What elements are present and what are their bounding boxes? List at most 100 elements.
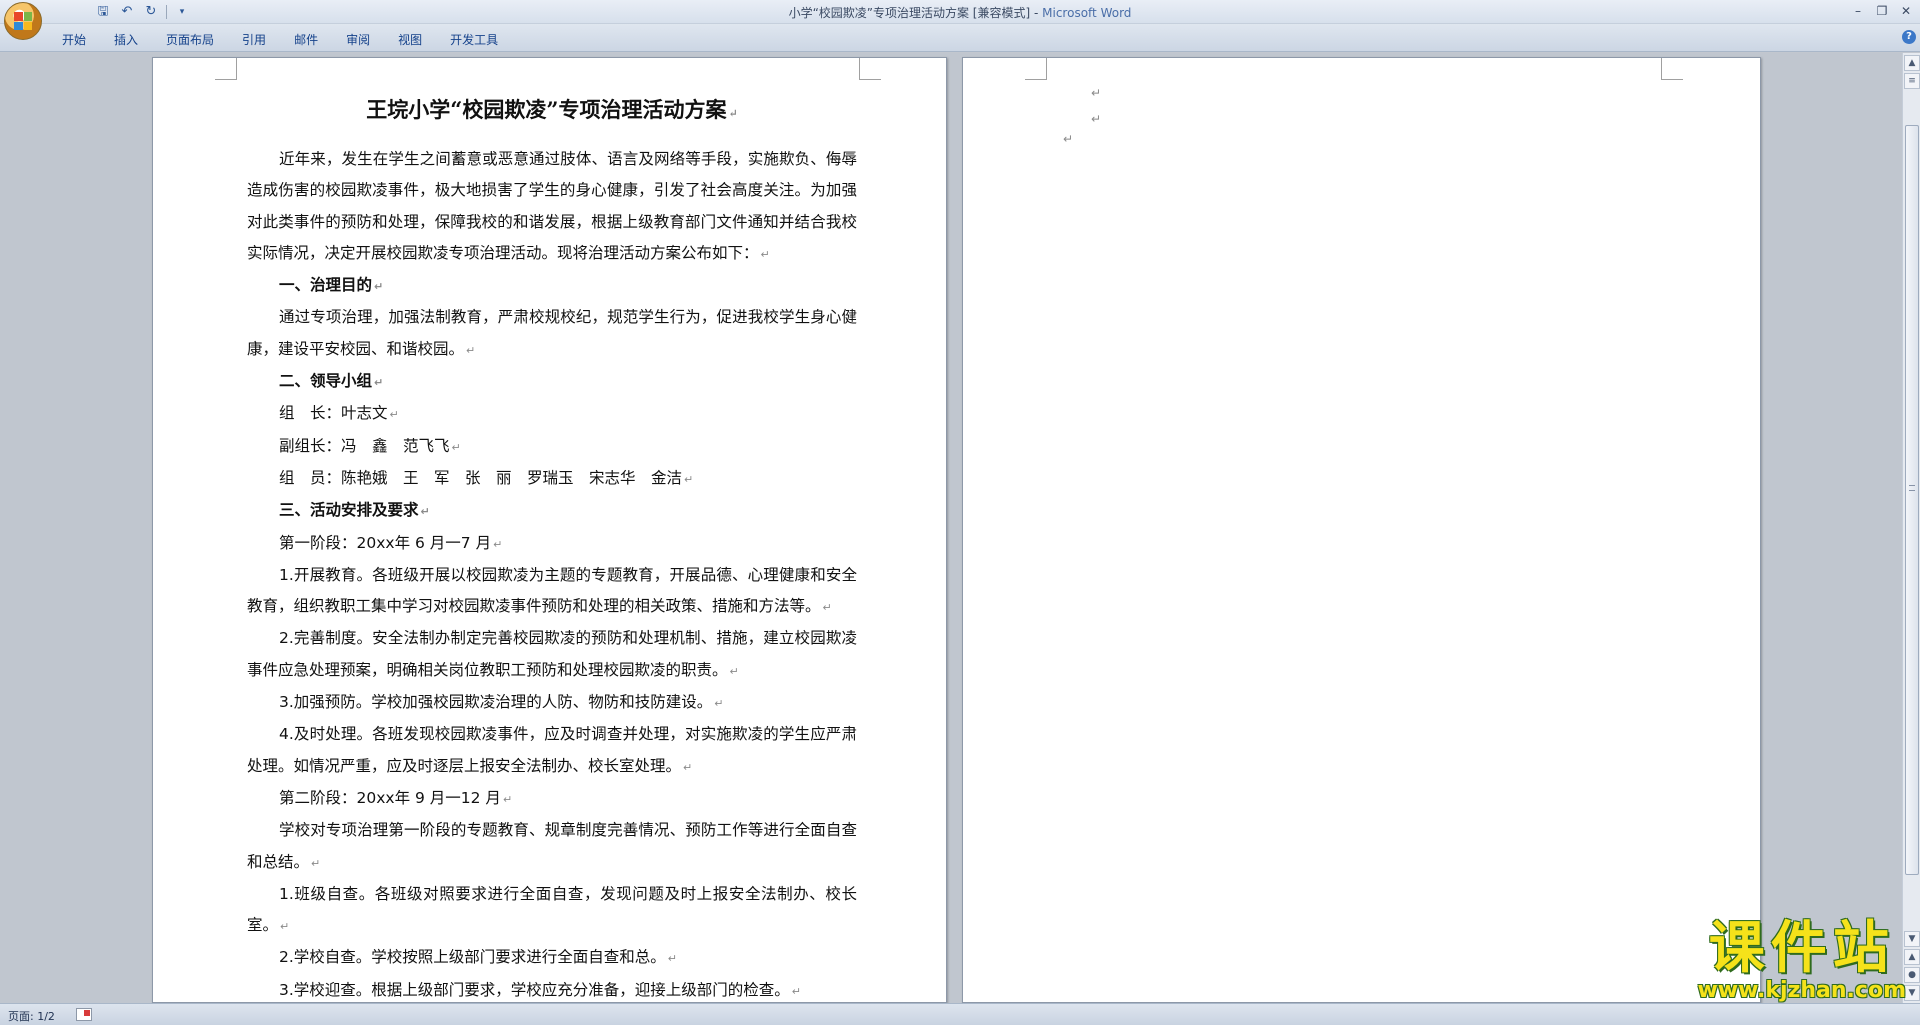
crop-mark [1661,58,1683,80]
paragraph-text: 1.开展教育。各班级开展以校园欺凌为主题的专题教育，开展品德、心理健康和安全教育… [247,565,857,616]
paragraph-mark: ↵ [502,792,513,806]
document-title-text: 小学“校园欺凌”专项治理活动方案 [兼容模式] - [788,6,1043,20]
proofing-icon[interactable] [76,1008,92,1021]
crop-mark [859,58,881,80]
paragraph: 1.班级自查。各班级对照要求进行全面自查，发现问题及时上报安全法制办、校长室。 ↵ [247,879,857,943]
paragraph-mark: ↵ [683,760,693,774]
site-watermark: 课件站 www.kjzhan.com [1697,917,1906,1003]
next-page-icon[interactable]: ▼ [1904,985,1920,1001]
tab-references[interactable]: 引用 [228,29,280,50]
paragraph-mark: ↵ [667,952,678,966]
document-page-1[interactable]: 王垸小学“校园欺凌”专项治理活动方案 ↵ 近年来，发生在学生之间蓄意或恶意通过肢体… [152,57,947,1003]
paragraph: 组 员：陈艳娥 王 军 张 丽 罗瑞玉 宋志华 金洁 ↵ [247,463,857,495]
document-page-2[interactable]: ↵ ↵ ↵ [962,57,1761,1003]
tab-home[interactable]: 开始 [48,29,100,50]
paragraph: 3.学校迎查。根据上级部门要求，学校应充分准备，迎接上级部门的检查。 ↵ [247,975,857,1002]
paragraph: 2.学校自查。学校按照上级部门要求进行全面自查和总。 ↵ [247,942,857,974]
close-icon[interactable]: ✕ [1896,2,1916,20]
crop-mark [215,58,237,80]
paragraph: 3.加强预防。学校加强校园欺凌治理的人防、物防和技防建设。 ↵ [247,687,857,719]
paragraph-text: 组 员：陈艳娥 王 军 张 丽 罗瑞玉 宋志华 金洁 [279,468,683,487]
paragraph-mark: ↵ [728,107,738,120]
crop-mark [1025,58,1047,80]
office-button[interactable] [4,2,42,40]
help-icon[interactable]: ? [1902,30,1916,44]
paragraph-mark: ↵ [493,537,503,551]
app-name-text: Microsoft Word [1042,6,1132,20]
paragraph-text: 第二阶段：20xx年 9 月一12 月 [279,788,501,807]
paragraph: 近年来，发生在学生之间蓄意或恶意通过肢体、语言及网络等手段，实施欺负、侮辱造成伤… [247,144,857,270]
paragraph-mark: ↵ [1091,86,1102,100]
paragraph-text: 三、活动安排及要求 [279,501,419,520]
paragraph-text: 3.加强预防。学校加强校园欺凌治理的人防、物防和技防建设。 [279,693,713,712]
tab-mailings[interactable]: 邮件 [280,29,332,50]
paragraph-text: 一、治理目的 [279,276,373,295]
document-heading: 王垸小学“校园欺凌”专项治理活动方案 ↵ [247,86,857,134]
previous-page-icon[interactable]: ▲ [1904,949,1920,965]
window-title: 小学“校园欺凌”专项治理活动方案 [兼容模式] - Microsoft Word [0,4,1920,21]
paragraph-text: 3.学校迎查。根据上级部门要求，学校应充分准备，迎接上级部门的检查。 [279,980,790,999]
paragraph-mark: ↵ [714,697,724,711]
minimize-icon[interactable]: – [1848,2,1868,20]
section-heading: 一、治理目的 ↵ [247,270,857,302]
restore-icon[interactable]: ❐ [1872,2,1892,20]
paragraph-text: 通过专项治理，加强法制教育，严肃校规校纪，规范学生行为，促进我校学生身心健康，建… [247,308,857,358]
paragraph-mark: ↵ [466,343,476,357]
paragraph-mark: ↵ [1091,112,1102,126]
paragraph: 学校对专项治理第一阶段的专题教育、规章制度完善情况、预防工作等进行全面自查和总结… [247,815,857,879]
tab-view[interactable]: 视图 [384,29,436,50]
paragraph: 副组长：冯 鑫 范飞飞 ↵ [247,431,857,463]
ruler-toggle-icon[interactable]: ≡ [1904,73,1920,89]
paragraph-mark: ↵ [420,505,430,519]
word-window: 🖫 ↶ ↻ ▾ 小学“校园欺凌”专项治理活动方案 [兼容模式] - Micros… [0,0,1920,1025]
paragraph: 4.及时处理。各班发现校园欺凌事件，应及时调查并处理，对实施欺凌的学生应严肃处理… [247,719,857,783]
scroll-down-icon[interactable]: ▼ [1904,931,1920,947]
window-controls: – ❐ ✕ [1848,2,1916,20]
paragraph: 1.开展教育。各班级开展以校园欺凌为主题的专题教育，开展品德、心理健康和安全教育… [247,560,857,624]
paragraph-text: 4.及时处理。各班发现校园欺凌事件，应及时调查并处理，对实施欺凌的学生应严肃处理… [247,725,857,775]
paragraph-list: 近年来，发生在学生之间蓄意或恶意通过肢体、语言及网络等手段，实施欺负、侮辱造成伤… [247,144,857,1002]
office-logo-icon [14,12,32,30]
paragraph: 2.完善制度。安全法制办制定完善校园欺凌的预防和处理机制、措施，建立校园欺凌事件… [247,623,857,687]
tab-insert[interactable]: 插入 [100,29,152,50]
tab-page-layout[interactable]: 页面布局 [152,29,228,50]
watermark-url: www.kjzhan.com [1697,978,1906,1003]
paragraph-text: 1.班级自查。各班级对照要求进行全面自查，发现问题及时上报安全法制办、校长室。 [247,884,857,935]
document-workspace[interactable]: 王垸小学“校园欺凌”专项治理活动方案 ↵ 近年来，发生在学生之间蓄意或恶意通过肢体… [0,53,1902,1003]
paragraph-text: 二、领导小组 [279,372,373,391]
paragraph: 第二阶段：20xx年 9 月一12 月 ↵ [247,783,857,815]
grip-icon [1909,485,1915,492]
document-body: 王垸小学“校园欺凌”专项治理活动方案 ↵ 近年来，发生在学生之间蓄意或恶意通过肢体… [247,86,857,1002]
paragraph-mark: ↵ [311,856,321,870]
paragraph-text: 学校对专项治理第一阶段的专题教育、规章制度完善情况、预防工作等进行全面自查和总结… [247,821,857,871]
browse-object-icon[interactable]: ● [1904,967,1920,983]
paragraph: 组 长：叶志文 ↵ [247,398,857,430]
tab-review[interactable]: 审阅 [332,29,384,50]
tab-developer[interactable]: 开发工具 [436,29,512,50]
ribbon: 开始 插入 页面布局 引用 邮件 审阅 视图 开发工具 ? [0,24,1920,52]
paragraph: 通过专项治理，加强法制教育，严肃校规校纪，规范学生行为，促进我校学生身心健康，建… [247,302,857,366]
paragraph-mark: ↵ [729,664,739,678]
status-bar: 页面: 1/2 [0,1003,1920,1025]
page-count-status[interactable]: 页面: 1/2 [8,1008,55,1024]
paragraph-mark: ↵ [1063,132,1074,146]
vertical-scrollbar[interactable]: ▲ ≡ ▼ ▲ ● ▼ [1902,53,1920,1003]
paragraph: 第一阶段：20xx年 6 月一7 月 ↵ [247,528,857,560]
title-bar: 🖫 ↶ ↻ ▾ 小学“校园欺凌”专项治理活动方案 [兼容模式] - Micros… [0,0,1920,24]
document-heading-text: 王垸小学“校园欺凌”专项治理活动方案 [366,97,727,122]
section-heading: 三、活动安排及要求 ↵ [247,495,857,527]
section-heading: 二、领导小组 ↵ [247,366,857,398]
paragraph-text: 近年来，发生在学生之间蓄意或恶意通过肢体、语言及网络等手段，实施欺负、侮辱造成伤… [247,150,857,262]
paragraph-mark: ↵ [374,376,384,390]
scrollbar-thumb[interactable] [1905,125,1919,875]
paragraph-mark: ↵ [389,408,399,422]
paragraph-mark: ↵ [791,984,802,998]
watermark-title: 课件站 [1708,915,1895,981]
paragraph-text: 2.学校自查。学校按照上级部门要求进行全面自查和总。 [279,948,666,967]
paragraph-text: 2.完善制度。安全法制办制定完善校园欺凌的预防和处理机制、措施，建立校园欺凌事件… [247,629,857,679]
paragraph-text: 副组长：冯 鑫 范飞飞 [279,436,450,455]
paragraph-mark: ↵ [451,440,461,454]
paragraph-mark: ↵ [760,247,770,261]
scroll-up-icon[interactable]: ▲ [1904,55,1920,71]
paragraph-text: 组 长：叶志文 [279,404,388,423]
